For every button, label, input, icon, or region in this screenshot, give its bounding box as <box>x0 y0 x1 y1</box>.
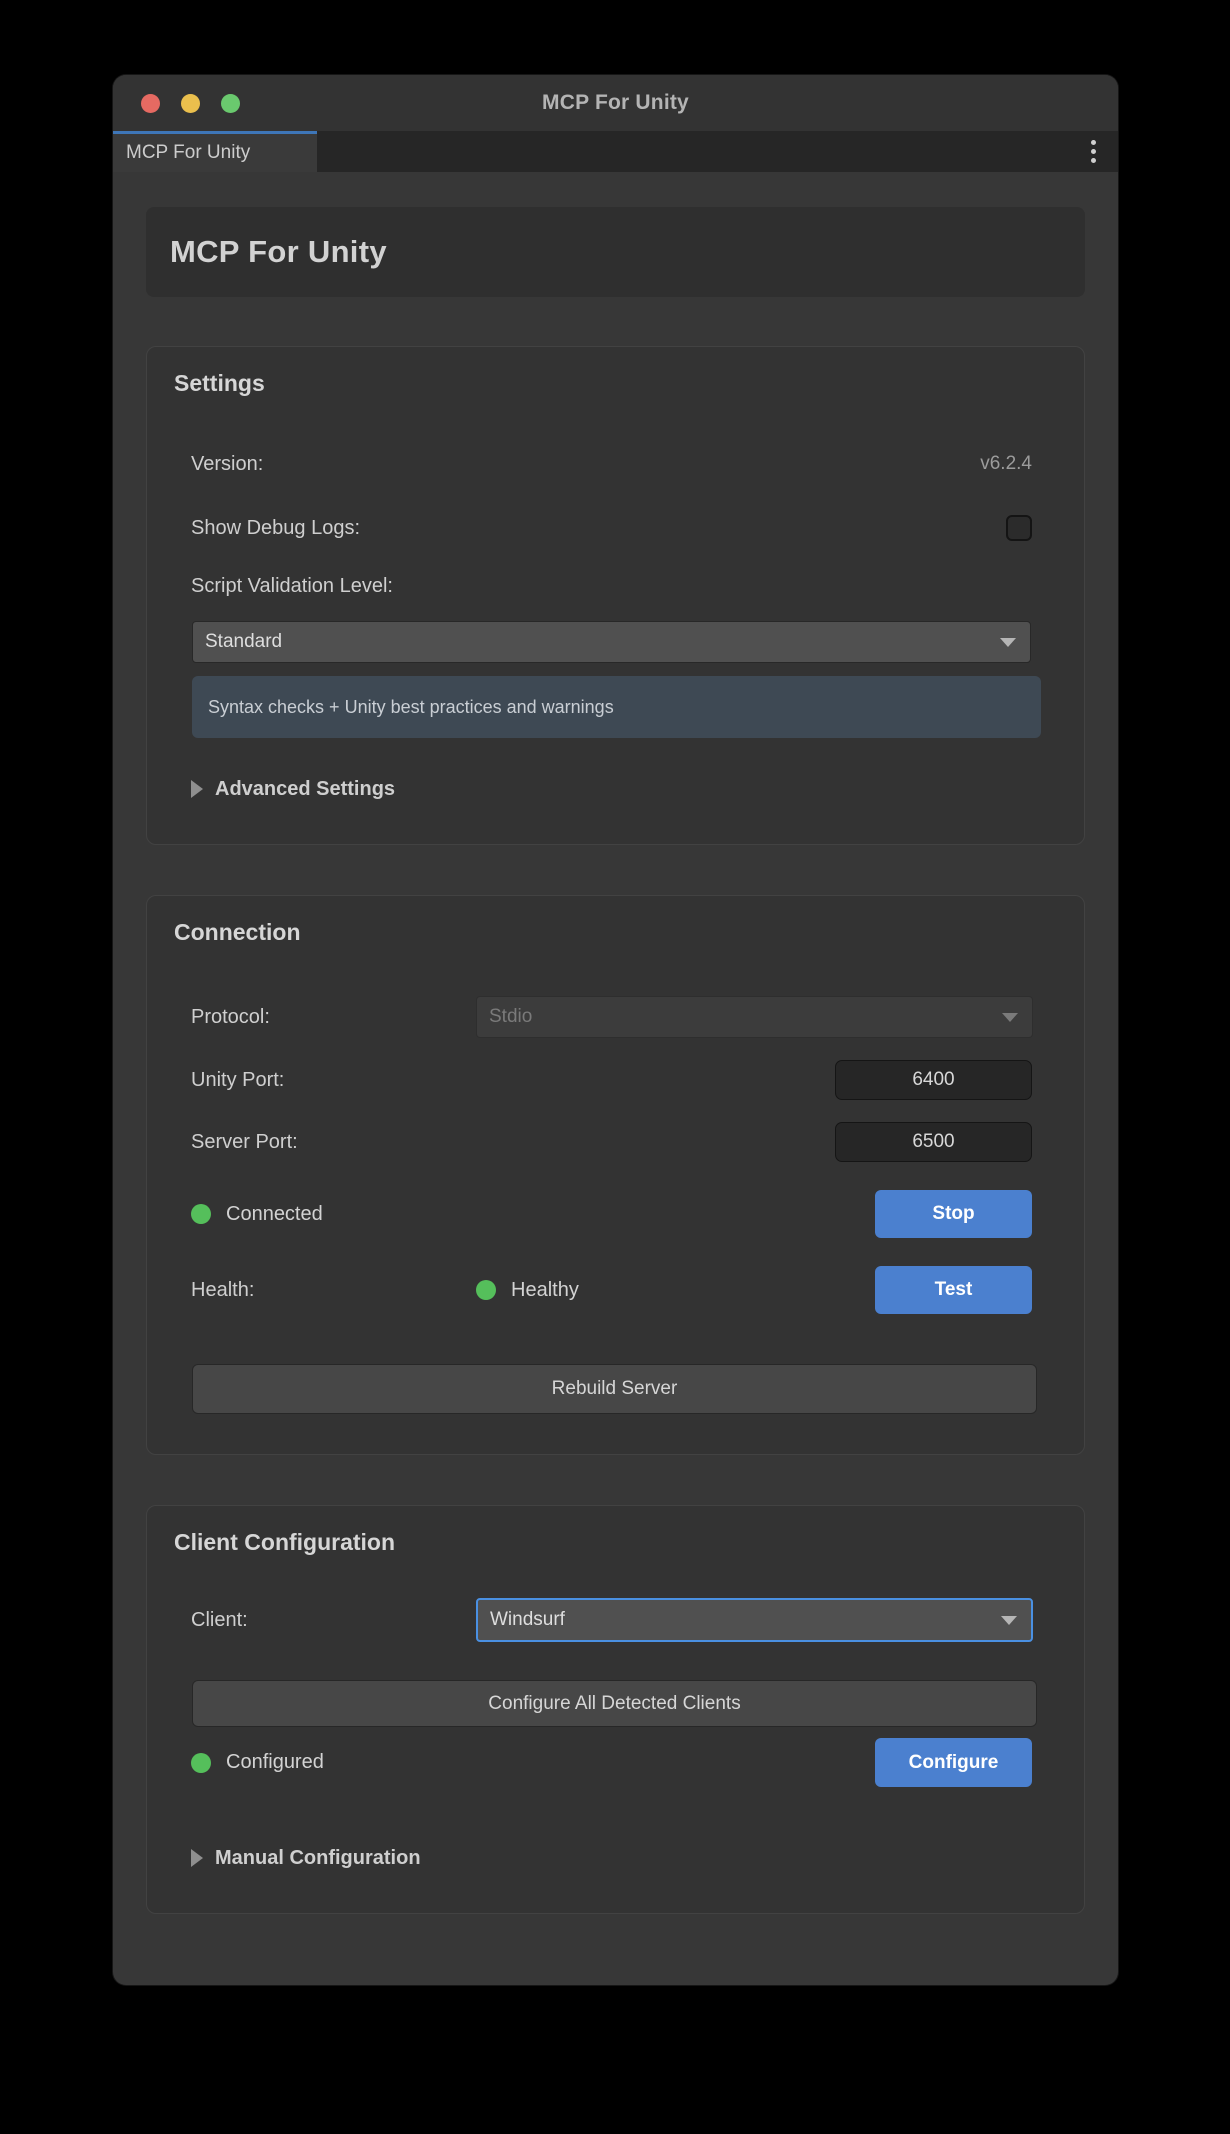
connection-status-row: Connected Stop <box>174 1190 1057 1238</box>
window-title: MCP For Unity <box>542 91 689 115</box>
advanced-settings-foldout[interactable]: Advanced Settings <box>174 774 1057 804</box>
foldout-arrow-icon <box>191 1849 203 1867</box>
client-label: Client: <box>191 1609 476 1632</box>
client-configuration-heading: Client Configuration <box>174 1528 1057 1556</box>
chevron-down-icon <box>1002 1013 1018 1022</box>
manual-configuration-foldout[interactable]: Manual Configuration <box>174 1843 1057 1873</box>
configured-status-text: Configured <box>226 1751 324 1774</box>
manual-configuration-label: Manual Configuration <box>215 1847 421 1870</box>
tab-strip: MCP For Unity <box>113 131 1118 172</box>
version-value: v6.2.4 <box>980 453 1032 475</box>
client-dropdown[interactable]: Windsurf <box>476 1598 1033 1642</box>
health-label: Health: <box>191 1279 476 1302</box>
connection-heading: Connection <box>174 918 1057 946</box>
content-area: MCP For Unity Settings Version: v6.2.4 S… <box>113 172 1118 1914</box>
page-header: MCP For Unity <box>146 207 1085 297</box>
debug-logs-label: Show Debug Logs: <box>191 517 360 540</box>
protocol-value: Stdio <box>489 1006 532 1028</box>
rebuild-server-button[interactable]: Rebuild Server <box>192 1364 1037 1414</box>
health-row: Health: Healthy Test <box>174 1266 1057 1314</box>
version-label: Version: <box>191 453 263 476</box>
configure-button[interactable]: Configure <box>875 1738 1032 1787</box>
configured-status-dot-icon <box>191 1753 211 1773</box>
server-port-label: Server Port: <box>191 1131 298 1154</box>
protocol-row: Protocol: Stdio <box>174 996 1057 1038</box>
healthy-status-dot-icon <box>476 1280 496 1300</box>
chevron-down-icon <box>1000 638 1016 647</box>
protocol-label: Protocol: <box>191 1006 476 1029</box>
chevron-down-icon <box>1001 1616 1017 1625</box>
configured-status-row: Configured Configure <box>174 1738 1057 1787</box>
health-status-group: Healthy <box>476 1279 761 1302</box>
page-title: MCP For Unity <box>170 234 387 270</box>
server-port-field[interactable]: 6500 <box>835 1122 1032 1162</box>
traffic-lights <box>141 75 240 131</box>
unity-port-field[interactable]: 6400 <box>835 1060 1032 1100</box>
unity-port-row: Unity Port: 6400 <box>174 1060 1057 1100</box>
close-window-icon[interactable] <box>141 94 160 113</box>
configure-all-clients-button[interactable]: Configure All Detected Clients <box>192 1680 1037 1727</box>
validation-label-row: Script Validation Level: <box>174 573 1057 599</box>
settings-section: Settings Version: v6.2.4 Show Debug Logs… <box>146 346 1085 845</box>
client-configuration-section: Client Configuration Client: Windsurf Co… <box>146 1505 1085 1914</box>
connection-status-text: Connected <box>226 1203 323 1226</box>
debug-logs-row: Show Debug Logs: <box>174 513 1057 543</box>
client-value: Windsurf <box>490 1609 565 1631</box>
stop-button[interactable]: Stop <box>875 1190 1032 1238</box>
version-row: Version: v6.2.4 <box>174 449 1057 479</box>
validation-help-box: Syntax checks + Unity best practices and… <box>192 676 1041 738</box>
validation-level-value: Standard <box>205 631 282 653</box>
advanced-settings-label: Advanced Settings <box>215 778 395 801</box>
unity-port-label: Unity Port: <box>191 1069 284 1092</box>
test-button[interactable]: Test <box>875 1266 1032 1314</box>
foldout-arrow-icon <box>191 780 203 798</box>
validation-level-label: Script Validation Level: <box>191 575 393 598</box>
zoom-window-icon[interactable] <box>221 94 240 113</box>
debug-logs-checkbox[interactable] <box>1006 515 1032 541</box>
mcp-for-unity-window: MCP For Unity MCP For Unity MCP For Unit… <box>113 75 1118 1985</box>
protocol-dropdown: Stdio <box>476 996 1033 1038</box>
tab-mcp-for-unity[interactable]: MCP For Unity <box>113 131 317 172</box>
tab-menu-kebab-icon[interactable] <box>1091 131 1096 172</box>
health-status-text: Healthy <box>511 1279 579 1302</box>
validation-help-text: Syntax checks + Unity best practices and… <box>208 697 614 718</box>
client-row: Client: Windsurf <box>174 1598 1057 1642</box>
tab-label: MCP For Unity <box>126 142 250 164</box>
connection-section: Connection Protocol: Stdio Unity Port: 6… <box>146 895 1085 1455</box>
server-port-row: Server Port: 6500 <box>174 1122 1057 1162</box>
validation-level-dropdown[interactable]: Standard <box>192 621 1031 663</box>
connected-status-dot-icon <box>191 1204 211 1224</box>
settings-heading: Settings <box>174 369 1057 397</box>
title-bar: MCP For Unity <box>113 75 1118 131</box>
minimize-window-icon[interactable] <box>181 94 200 113</box>
